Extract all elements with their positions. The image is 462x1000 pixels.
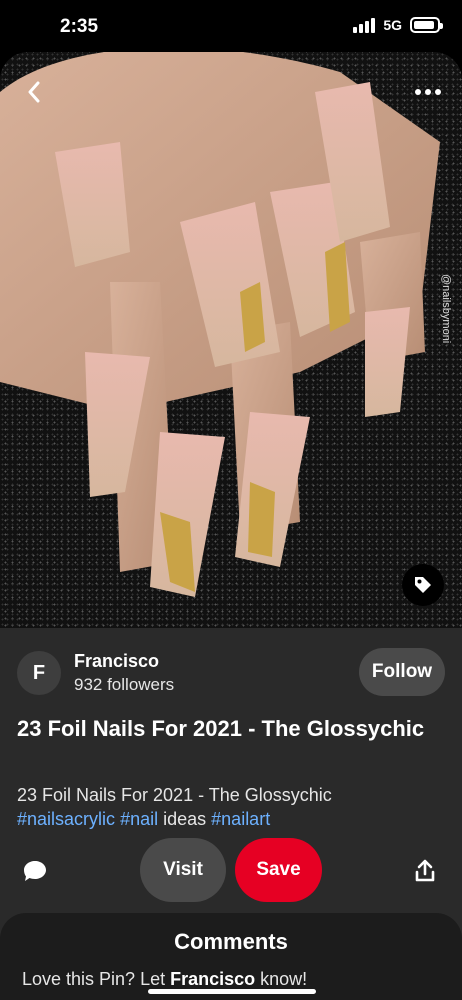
creator-name[interactable]: Francisco (74, 651, 159, 672)
hashtag-nailsacrylic[interactable]: #nailsacrylic (17, 809, 115, 829)
pin-title: 23 Foil Nails For 2021 - The Glossychic (17, 716, 425, 741)
status-time: 2:35 (60, 16, 99, 37)
signal-icon (353, 17, 376, 33)
comments-title: Comments (174, 929, 288, 954)
creator-avatar[interactable]: F (17, 651, 61, 695)
action-bar: Visit Save (0, 838, 462, 902)
tag-icon (415, 577, 431, 593)
prompt-text-start: Love this Pin? Let (22, 969, 171, 989)
share-icon (415, 859, 435, 882)
hashtag-nailart[interactable]: #nailart (211, 809, 270, 829)
visit-button[interactable]: Visit (140, 838, 226, 902)
description-text: 23 Foil Nails For 2021 - The Glossychic (17, 785, 332, 805)
image-watermark: @nailsbymoni (440, 274, 452, 344)
more-options-button[interactable] (408, 72, 448, 112)
comments-prompt: Love this Pin? Let Francisco know! (22, 969, 307, 990)
hashtag-nail[interactable]: #nail (120, 809, 158, 829)
prompt-creator-name[interactable]: Francisco (170, 969, 255, 989)
comment-bubble-icon (24, 861, 46, 881)
prompt-text-end: know! (255, 969, 308, 989)
more-dots-icon (415, 89, 441, 95)
home-indicator (148, 989, 316, 994)
status-bar: 2:35 5G (0, 0, 462, 52)
nails-illustration (0, 52, 440, 597)
comment-button[interactable] (18, 854, 52, 888)
back-chevron-icon (28, 81, 40, 103)
tag-button[interactable] (402, 564, 444, 606)
description-word-ideas: ideas (163, 809, 207, 829)
share-button[interactable] (408, 854, 442, 888)
follow-button[interactable]: Follow (359, 648, 445, 696)
pin-description: 23 Foil Nails For 2021 - The Glossychic … (17, 783, 437, 831)
network-label: 5G (383, 17, 402, 33)
back-button[interactable] (14, 72, 54, 112)
pin-image[interactable]: @nailsbymoni (0, 52, 462, 628)
battery-icon (410, 17, 443, 33)
status-indicators: 5G (353, 17, 443, 33)
comments-section[interactable]: Comments Love this Pin? Let Francisco kn… (0, 913, 462, 1000)
save-button[interactable]: Save (235, 838, 322, 902)
follower-count: 932 followers (74, 675, 175, 694)
